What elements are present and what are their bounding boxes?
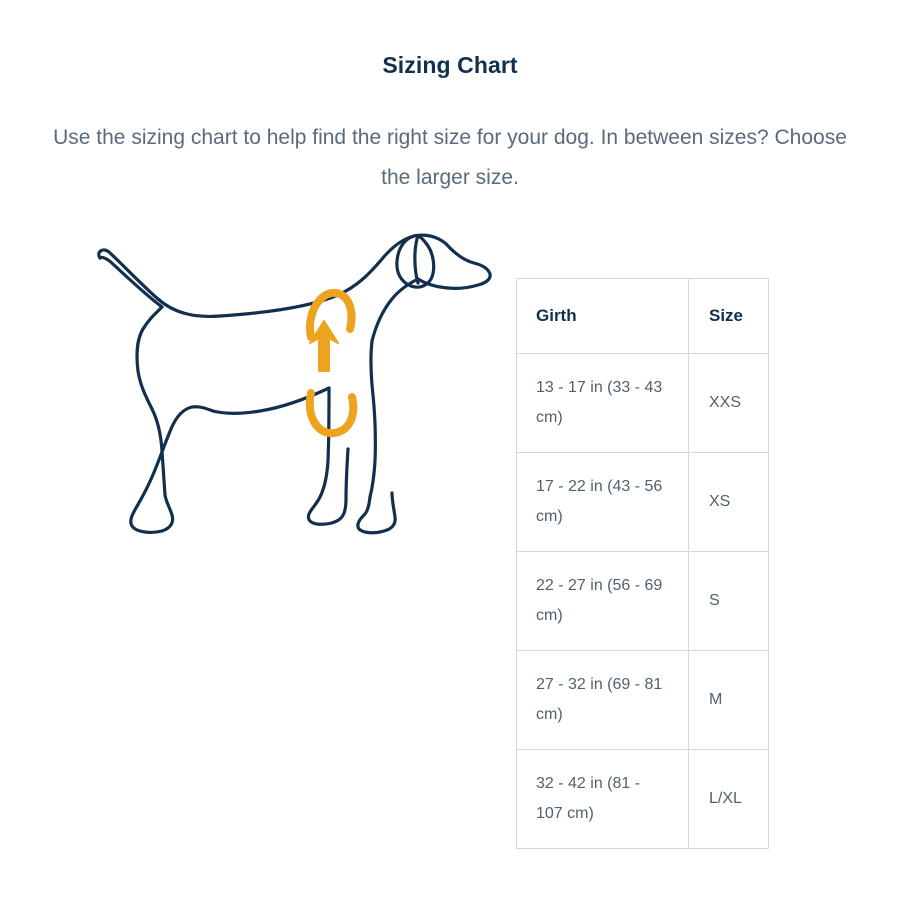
column-header-girth: Girth xyxy=(516,278,689,354)
table-header-row: Girth Size xyxy=(516,278,769,354)
dog-girth-illustration xyxy=(70,225,500,555)
cell-size: L/XL xyxy=(688,749,769,849)
cell-girth: 13 - 17 in (33 - 43 cm) xyxy=(516,353,689,453)
dog-body-outline xyxy=(97,233,492,535)
page-title: Sizing Chart xyxy=(382,52,518,78)
page-subtitle: Use the sizing chart to help find the ri… xyxy=(53,126,847,189)
table-row: 17 - 22 in (43 - 56 cm) XS xyxy=(516,452,769,552)
table-row: 13 - 17 in (33 - 43 cm) XXS xyxy=(516,353,769,453)
table-body: 13 - 17 in (33 - 43 cm) XXS 17 - 22 in (… xyxy=(516,353,769,849)
cell-size: XS xyxy=(688,452,769,552)
girth-arrow-icon xyxy=(309,320,339,372)
cell-girth: 17 - 22 in (43 - 56 cm) xyxy=(516,452,689,552)
cell-size: S xyxy=(688,551,769,651)
table-row: 22 - 27 in (56 - 69 cm) S xyxy=(516,551,769,651)
cell-size: XXS xyxy=(688,353,769,453)
cell-size: M xyxy=(688,650,769,750)
table-header: Girth Size xyxy=(516,278,769,354)
column-header-size: Size xyxy=(688,278,769,354)
cell-girth: 22 - 27 in (56 - 69 cm) xyxy=(516,551,689,651)
cell-girth: 27 - 32 in (69 - 81 cm) xyxy=(516,650,689,750)
dog-outline-svg xyxy=(97,233,492,535)
sizing-table: Girth Size 13 - 17 in (33 - 43 cm) XXS 1… xyxy=(516,278,769,849)
table-row: 27 - 32 in (69 - 81 cm) M xyxy=(516,650,769,750)
sizing-chart-page: Sizing Chart Use the sizing chart to hel… xyxy=(0,0,900,900)
girth-measurement-loop xyxy=(305,288,358,438)
cell-girth: 32 - 42 in (81 - 107 cm) xyxy=(516,749,689,849)
table-row: 32 - 42 in (81 - 107 cm) L/XL xyxy=(516,749,769,849)
